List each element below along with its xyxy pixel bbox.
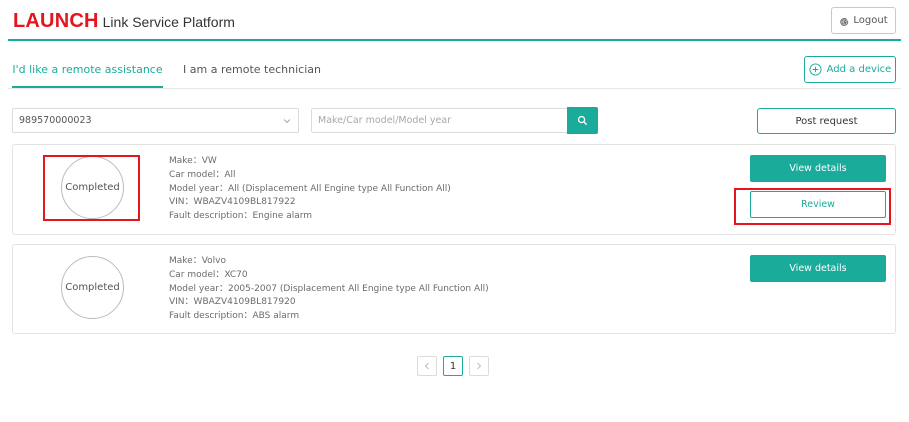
tabs-divider	[8, 88, 901, 89]
chevron-left-icon	[424, 362, 429, 370]
search-button[interactable]	[567, 107, 598, 134]
detail-make: Make：VW	[169, 156, 217, 166]
detail-model-year: Model year：2005-2007 (Displacement All E…	[169, 283, 489, 294]
status-badge: Completed	[61, 256, 124, 319]
post-request-button[interactable]: Post request	[757, 108, 896, 134]
brand-launch: LAUNCH	[13, 10, 99, 32]
pagination: 1	[417, 356, 489, 376]
plus-circle-icon	[809, 63, 822, 76]
view-details-button[interactable]: View details	[750, 155, 886, 182]
add-device-label: Add a device	[826, 64, 892, 75]
search-icon	[577, 115, 588, 126]
request-card: Completed Make：VW Car model：All Model ye…	[12, 144, 896, 235]
tab-remote-assistance[interactable]: I'd like a remote assistance	[12, 52, 163, 88]
device-select[interactable]: 989570000023	[12, 108, 299, 133]
chevron-down-icon	[283, 119, 291, 124]
brand-logo: LAUNCH Link Service Platform	[13, 10, 235, 33]
detail-car-model: Car model：XC70	[169, 269, 248, 280]
header-divider	[8, 39, 901, 41]
request-details: Make：VW Car model：All Model year：All (Di…	[169, 155, 451, 224]
highlight-box	[734, 188, 891, 225]
detail-fault: Fault description：ABS alarm	[169, 311, 300, 322]
add-device-button[interactable]: Add a device	[804, 56, 896, 83]
detail-vin: VIN：WBAZV4109BL817922	[169, 197, 296, 208]
detail-make: Make：Volvo	[169, 256, 227, 266]
next-page-button[interactable]	[469, 356, 489, 376]
chevron-right-icon	[477, 362, 482, 370]
search-input[interactable]	[311, 108, 568, 133]
request-card: Completed Make：Volvo Car model：XC70 Mode…	[12, 244, 896, 334]
tab-remote-technician[interactable]: I am a remote technician	[182, 52, 322, 88]
logout-label: Logout	[853, 15, 888, 26]
highlight-box	[43, 155, 140, 221]
detail-fault: Fault description：Engine alarm	[169, 211, 313, 222]
platform-name: Link Service Platform	[102, 14, 235, 30]
app-header: LAUNCH Link Service Platform Logout	[0, 0, 909, 41]
detail-vin: VIN：WBAZV4109BL817920	[169, 297, 296, 308]
prev-page-button[interactable]	[417, 356, 437, 376]
detail-model-year: Model year：All (Displacement All Engine …	[169, 183, 451, 194]
request-details: Make：Volvo Car model：XC70 Model year：200…	[169, 255, 489, 324]
device-select-value: 989570000023	[19, 115, 92, 126]
view-details-button[interactable]: View details	[750, 255, 886, 282]
page-number-button[interactable]: 1	[443, 356, 463, 376]
logout-button[interactable]: Logout	[831, 7, 896, 34]
google-icon	[840, 17, 849, 26]
detail-car-model: Car model：All	[169, 169, 236, 180]
